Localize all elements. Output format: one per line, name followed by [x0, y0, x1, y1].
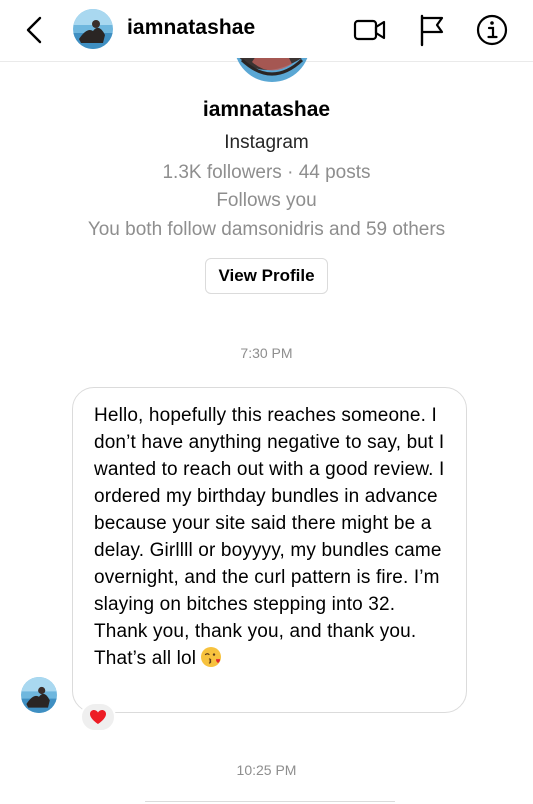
thread-info-button[interactable] [474, 12, 510, 48]
view-profile-button[interactable]: View Profile [205, 258, 328, 294]
avatar-image [73, 9, 113, 49]
header-username[interactable]: iamnatashae [127, 16, 255, 40]
kissing-face-with-heart-emoji [200, 646, 222, 676]
follows-you-label: Follows you [216, 190, 317, 211]
video-call-button[interactable] [352, 12, 388, 48]
message-timestamp: 10:25 PM [236, 762, 297, 778]
profile-avatar[interactable] [222, 58, 322, 84]
message-timestamp: 7:30 PM [240, 345, 293, 361]
next-message-divider [145, 801, 395, 802]
flag-icon [420, 14, 444, 47]
header-avatar[interactable] [73, 9, 113, 49]
profile-stats: 1.3K followers · 44 posts [162, 162, 371, 183]
dm-thread-screen: iamnatashae iamnatashae Instagram 1.3K f… [0, 0, 533, 804]
video-camera-icon [353, 19, 386, 41]
avatar-image [21, 677, 57, 713]
profile-avatar-image [236, 58, 308, 82]
profile-platform: Instagram [224, 132, 309, 153]
profile-username: iamnatashae [202, 98, 331, 121]
message-text: Hello, hopefully this reaches someone. I… [94, 402, 448, 676]
back-button[interactable] [20, 12, 52, 48]
sender-avatar[interactable] [21, 677, 57, 713]
report-button[interactable] [414, 12, 450, 48]
red-heart-emoji [90, 710, 106, 724]
message-bubble[interactable]: Hello, hopefully this reaches someone. I… [72, 387, 467, 713]
chevron-left-icon [26, 16, 42, 44]
mutual-follows: You both follow damsonidris and 59 other… [87, 219, 446, 240]
thread-header: iamnatashae [0, 0, 533, 62]
message-reaction[interactable] [80, 702, 116, 732]
info-icon [476, 14, 508, 46]
message-body: Hello, hopefully this reaches someone. I… [94, 405, 445, 669]
